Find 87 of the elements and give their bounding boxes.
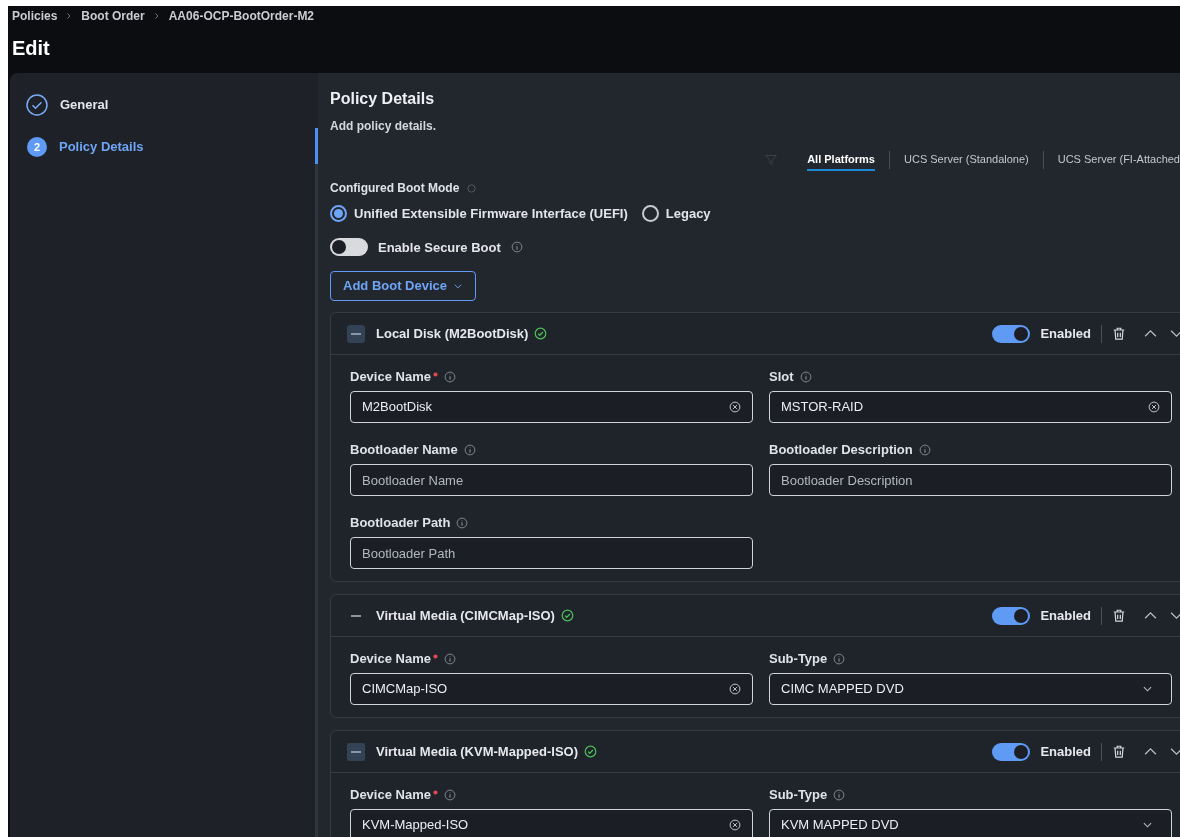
- page-title: Edit: [11, 36, 51, 61]
- info-icon: [456, 517, 469, 529]
- required-asterisk-icon: [432, 371, 438, 377]
- collapse-button[interactable]: [347, 742, 365, 761]
- clear-icon[interactable]: [729, 819, 741, 831]
- input-field[interactable]: M2BootDisk: [350, 391, 753, 423]
- toggle-label: Enabled: [1040, 742, 1091, 761]
- field-label: Device Name: [350, 368, 431, 387]
- chevron-down-icon[interactable]: [1170, 329, 1180, 338]
- input-field[interactable]: CIMCMap-ISO: [350, 673, 753, 705]
- input-field[interactable]: MSTOR-RAID: [769, 391, 1172, 423]
- toggle-switch[interactable]: [330, 238, 368, 257]
- chevron-down-icon: [1143, 686, 1152, 692]
- step-number: 2: [27, 137, 47, 157]
- toggle-switch[interactable]: [992, 606, 1031, 625]
- breadcrumb-link[interactable]: Boot Order: [81, 7, 145, 25]
- platform-tab[interactable]: UCS Server (FI-Attached: [1057, 149, 1180, 171]
- radio-label: Unified Extensible Firmware Interface (UEFI): [354, 205, 628, 223]
- device-title: Virtual Media (KVM-Mapped-ISO): [376, 742, 578, 761]
- chevron-down-icon[interactable]: [1170, 747, 1180, 756]
- device-title: Virtual Media (CIMCMap-ISO): [376, 606, 555, 625]
- input-field[interactable]: Bootloader Path: [350, 537, 753, 569]
- toggle-label: Enabled: [1040, 324, 1091, 343]
- radio-label: Legacy: [665, 205, 711, 223]
- required-asterisk-icon: [432, 653, 438, 659]
- input-field[interactable]: Bootloader Description: [769, 464, 1172, 496]
- step-link[interactable]: General: [60, 95, 109, 115]
- info-icon: [463, 444, 476, 456]
- chevron-up-icon[interactable]: [1144, 747, 1157, 756]
- check-circle-icon: [560, 609, 574, 622]
- info-icon: [918, 444, 931, 456]
- field-label: Bootloader Name: [350, 441, 458, 460]
- trash-icon[interactable]: [1112, 744, 1126, 759]
- field-label: Device Name: [350, 650, 431, 669]
- info-icon: [833, 653, 846, 665]
- input-field[interactable]: KVM-Mapped-ISO: [350, 809, 753, 837]
- select-field[interactable]: KVM MAPPED DVD: [769, 809, 1172, 837]
- toggle-label: Enabled: [1040, 606, 1091, 625]
- collapse-button[interactable]: [347, 324, 365, 343]
- add-boot-device-button[interactable]: Add Boot Device: [330, 271, 476, 301]
- clear-icon[interactable]: [729, 401, 741, 413]
- info-icon: [833, 789, 846, 801]
- radio-button[interactable]: [330, 205, 347, 223]
- check-circle-icon: [534, 327, 548, 340]
- trash-icon[interactable]: [1112, 608, 1126, 623]
- section-title: Policy Details: [330, 89, 436, 109]
- breadcrumb-link[interactable]: AA06-OCP-BootOrder-M2: [168, 7, 315, 25]
- chevron-right-icon: [152, 12, 161, 20]
- select-field[interactable]: CIMC MAPPED DVD: [769, 673, 1172, 705]
- field-label: Slot: [769, 368, 794, 387]
- breadcrumb-link[interactable]: Policies: [12, 7, 58, 25]
- chevron-down-icon: [453, 281, 463, 291]
- minus-icon: [351, 750, 361, 753]
- clear-icon[interactable]: [1148, 401, 1160, 413]
- minus-icon: [351, 614, 361, 617]
- chevron-down-icon: [1143, 822, 1152, 828]
- toggle-switch[interactable]: [992, 742, 1031, 761]
- platform-tab[interactable]: UCS Server (Standalone): [904, 149, 1029, 171]
- platform-tab[interactable]: All Platforms: [807, 149, 875, 171]
- check-circle-icon: [584, 745, 597, 758]
- field-label: Sub-Type: [769, 650, 828, 669]
- radio-button[interactable]: [641, 205, 659, 223]
- device-title: Local Disk (M2BootDisk): [376, 324, 529, 343]
- toggle-label: Enable Secure Boot: [378, 238, 501, 257]
- chevron-up-icon[interactable]: [1144, 329, 1157, 338]
- field-label: Sub-Type: [769, 786, 828, 805]
- info-icon: [443, 789, 456, 801]
- clear-icon[interactable]: [729, 683, 741, 695]
- minus-icon: [351, 332, 361, 335]
- required-asterisk-icon: [432, 789, 438, 795]
- info-icon: [799, 371, 812, 383]
- input-field[interactable]: Bootloader Name: [350, 464, 753, 496]
- chevron-up-icon[interactable]: [1144, 611, 1157, 620]
- section-subtitle: Add policy details.: [330, 118, 438, 135]
- filter-icon: [765, 154, 778, 166]
- field-label: Configured Boot Mode: [330, 180, 460, 197]
- trash-icon[interactable]: [1112, 326, 1126, 341]
- info-icon: [467, 183, 477, 193]
- info-icon: [510, 241, 523, 254]
- step-link[interactable]: Policy Details: [59, 137, 144, 157]
- chevron-down-icon[interactable]: [1170, 611, 1180, 620]
- info-icon: [443, 371, 456, 383]
- field-label: Bootloader Description: [769, 441, 913, 460]
- toggle-switch[interactable]: [992, 324, 1031, 343]
- field-label: Bootloader Path: [350, 514, 451, 533]
- info-icon: [443, 653, 456, 665]
- field-label: Device Name: [350, 786, 431, 805]
